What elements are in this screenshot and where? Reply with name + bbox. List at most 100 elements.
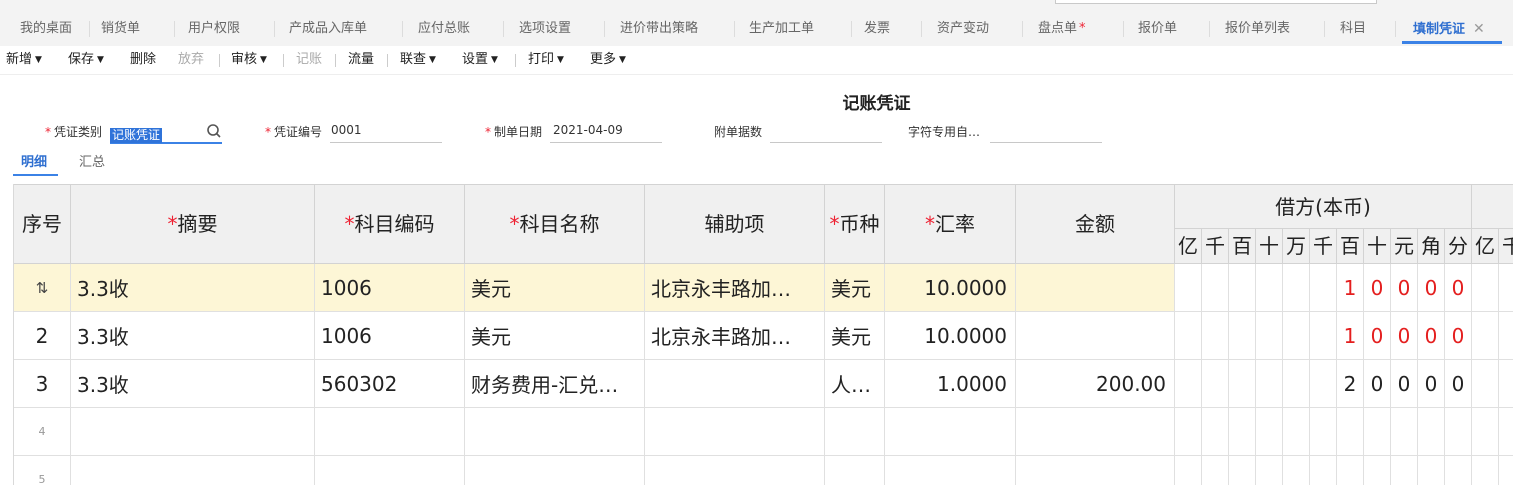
tab-invoice[interactable]: 发票 <box>864 10 890 46</box>
tab-sales-order[interactable]: 销货单 <box>101 10 140 46</box>
more-button[interactable]: 更多 ▼ <box>590 46 626 74</box>
debit-digit-cell[interactable] <box>1256 408 1283 455</box>
debit-digit-cell[interactable] <box>1283 408 1310 455</box>
cell-account-code[interactable] <box>315 408 465 455</box>
debit-digit-cell[interactable] <box>1337 408 1364 455</box>
cell-currency[interactable]: 美元 <box>825 312 885 359</box>
debit-digit-cell[interactable] <box>1337 456 1364 485</box>
voucher-no-field[interactable]: 0001 <box>331 123 362 137</box>
debit-digit-cell[interactable] <box>1175 456 1202 485</box>
debit-digit-cell[interactable] <box>1364 408 1391 455</box>
cell-account-name[interactable]: 美元 <box>465 312 645 359</box>
cell-rate[interactable] <box>885 408 1016 455</box>
credit-digit-cell[interactable] <box>1472 408 1499 455</box>
credit-digit-cell[interactable] <box>1472 456 1499 485</box>
debit-digit-cell[interactable]: 0 <box>1391 312 1418 359</box>
add-button[interactable]: 新增 ▼ <box>6 46 42 74</box>
cell-account-code[interactable] <box>315 456 465 485</box>
audit-button[interactable]: 审核 ▼ <box>231 46 267 74</box>
debit-digit-cell[interactable] <box>1229 360 1256 407</box>
debit-digit-cell[interactable]: 0 <box>1391 360 1418 407</box>
cell-amount[interactable] <box>1016 456 1175 485</box>
cell-currency[interactable] <box>825 456 885 485</box>
tab-user-permissions[interactable]: 用户权限 <box>188 10 240 46</box>
debit-digit-cell[interactable] <box>1418 408 1445 455</box>
cell-account-name[interactable] <box>465 456 645 485</box>
save-button[interactable]: 保存 ▼ <box>68 46 104 74</box>
cell-amount[interactable] <box>1016 408 1175 455</box>
table-row[interactable]: 2 3.3收 1006 美元 北京永丰路加… 美元 10.0000 1 0 0 0 0 <box>14 312 1513 360</box>
debit-digit-cell[interactable] <box>1364 456 1391 485</box>
debit-digit-cell[interactable]: 0 <box>1418 264 1445 311</box>
cell-currency[interactable]: 美元 <box>825 264 885 311</box>
debit-digit-cell[interactable] <box>1202 408 1229 455</box>
credit-digit-cell[interactable] <box>1472 360 1499 407</box>
cell-auxiliary[interactable] <box>645 456 825 485</box>
tab-payables-ledger[interactable]: 应付总账 <box>418 10 470 46</box>
debit-digit-cell[interactable]: 0 <box>1364 264 1391 311</box>
debit-digit-cell[interactable] <box>1256 360 1283 407</box>
debit-digit-cell[interactable]: 0 <box>1445 312 1472 359</box>
cell-account-name[interactable] <box>465 408 645 455</box>
tab-purchase-price-strategy[interactable]: 进价带出策略 <box>620 10 698 46</box>
cell-rate[interactable]: 10.0000 <box>885 312 1016 359</box>
debit-digit-cell[interactable] <box>1391 408 1418 455</box>
debit-digit-cell[interactable] <box>1256 264 1283 311</box>
debit-digit-cell[interactable] <box>1445 456 1472 485</box>
cell-auxiliary[interactable]: 北京永丰路加… <box>645 264 825 311</box>
cell-account-code[interactable]: 1006 <box>315 264 465 311</box>
cell-summary[interactable]: 3.3收 <box>71 264 315 311</box>
debit-digit-cell[interactable] <box>1229 264 1256 311</box>
subtab-summary[interactable]: 汇总 <box>79 151 105 170</box>
cell-account-code[interactable]: 1006 <box>315 312 465 359</box>
debit-digit-cell[interactable]: 0 <box>1364 312 1391 359</box>
debit-digit-cell[interactable]: 0 <box>1418 360 1445 407</box>
debit-digit-cell[interactable] <box>1283 264 1310 311</box>
cell-amount[interactable] <box>1016 264 1175 311</box>
attachments-field[interactable] <box>770 142 882 143</box>
cell-summary[interactable] <box>71 408 315 455</box>
table-row[interactable]: 3 3.3收 560302 财务费用-汇兑… 人… 1.0000 200.00 2 0 0 0 0 <box>14 360 1513 408</box>
debit-digit-cell[interactable] <box>1175 408 1202 455</box>
debit-digit-cell[interactable] <box>1391 456 1418 485</box>
debit-digit-cell[interactable] <box>1175 360 1202 407</box>
debit-digit-cell[interactable]: 0 <box>1418 312 1445 359</box>
debit-digit-cell[interactable]: 1 <box>1337 264 1364 311</box>
delete-button[interactable]: 删除 <box>130 46 156 74</box>
debit-digit-cell[interactable]: 0 <box>1445 264 1472 311</box>
debit-digit-cell[interactable] <box>1175 264 1202 311</box>
tab-my-desktop[interactable]: 我的桌面 <box>20 10 72 46</box>
debit-digit-cell[interactable] <box>1256 312 1283 359</box>
credit-digit-cell[interactable] <box>1472 312 1499 359</box>
tab-finished-goods-receipt[interactable]: 产成品入库单 <box>289 10 367 46</box>
credit-digit-cell[interactable] <box>1472 264 1499 311</box>
debit-digit-cell[interactable]: 0 <box>1364 360 1391 407</box>
row-drag-handle-icon[interactable]: ⇅ <box>14 264 71 311</box>
tab-stocktake[interactable]: 盘点单 * <box>1038 10 1086 46</box>
cell-auxiliary[interactable] <box>645 360 825 407</box>
cell-amount[interactable] <box>1016 312 1175 359</box>
tab-asset-change[interactable]: 资产变动 <box>937 10 989 46</box>
voucher-date-field[interactable]: 2021-04-09 <box>553 123 623 137</box>
custom-field-input[interactable] <box>990 142 1102 143</box>
cell-summary[interactable]: 3.3收 <box>71 360 315 407</box>
credit-digit-cell[interactable] <box>1499 408 1513 455</box>
debit-digit-cell[interactable] <box>1229 312 1256 359</box>
table-row[interactable]: 5 <box>14 456 1513 485</box>
debit-digit-cell[interactable] <box>1310 456 1337 485</box>
debit-digit-cell[interactable] <box>1202 264 1229 311</box>
search-icon[interactable] <box>205 122 223 140</box>
debit-digit-cell[interactable] <box>1283 456 1310 485</box>
cell-rate[interactable]: 10.0000 <box>885 264 1016 311</box>
debit-digit-cell[interactable]: 1 <box>1337 312 1364 359</box>
cash-flow-button[interactable]: 流量 <box>348 46 374 74</box>
debit-digit-cell[interactable] <box>1310 312 1337 359</box>
debit-digit-cell[interactable] <box>1229 456 1256 485</box>
debit-digit-cell[interactable] <box>1229 408 1256 455</box>
tab-production-order[interactable]: 生产加工单 <box>749 10 814 46</box>
cell-currency[interactable] <box>825 408 885 455</box>
cell-amount[interactable]: 200.00 <box>1016 360 1175 407</box>
debit-digit-cell[interactable] <box>1283 312 1310 359</box>
cell-rate[interactable]: 1.0000 <box>885 360 1016 407</box>
subtab-detail[interactable]: 明细 <box>21 151 47 170</box>
